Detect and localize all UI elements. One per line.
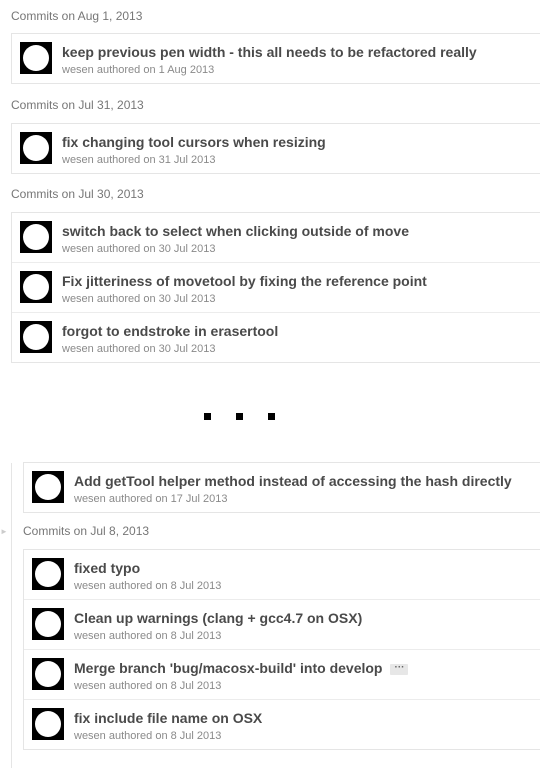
commit-group-jul-30: Commits on Jul 30, 2013: [11, 187, 144, 201]
commit-group-aug-1: Commits on Aug 1, 2013: [11, 9, 142, 23]
commit-title[interactable]: Add getTool helper method instead of acc…: [74, 473, 512, 489]
commit-list: fix changing tool cursors when resizing …: [11, 123, 540, 174]
commit-title[interactable]: Clean up warnings (clang + gcc4.7 on OSX…: [74, 610, 362, 626]
avatar-icon[interactable]: [20, 132, 52, 164]
commit-title[interactable]: fixed typo: [74, 560, 140, 576]
commit-list: Add getTool helper method instead of acc…: [23, 462, 540, 513]
commit-row[interactable]: Clean up warnings (clang + gcc4.7 on OSX…: [24, 599, 540, 649]
date-header: Commits on Jul 8, 2013: [23, 524, 149, 538]
commit-row[interactable]: forgot to endstroke in erasertool wesen …: [12, 312, 540, 362]
commit-title[interactable]: switch back to select when clicking outs…: [62, 223, 409, 239]
avatar-icon[interactable]: [20, 321, 52, 353]
commit-title[interactable]: Fix jitteriness of movetool by fixing th…: [62, 273, 427, 289]
commit-meta: wesen authored on 8 Jul 2013: [74, 580, 222, 592]
avatar-icon[interactable]: [32, 471, 64, 503]
commit-title-text[interactable]: Merge branch 'bug/macosx-build' into dev…: [74, 660, 382, 676]
avatar-icon[interactable]: [32, 708, 64, 740]
commit-meta: wesen authored on 1 Aug 2013: [62, 64, 215, 76]
avatar-icon[interactable]: [32, 608, 64, 640]
commit-row[interactable]: Fix jitteriness of movetool by fixing th…: [12, 262, 540, 312]
date-header: Commits on Jul 31, 2013: [11, 98, 144, 112]
commit-title[interactable]: keep previous pen width - this all needs…: [62, 44, 477, 60]
date-header-prefix: Commits: [23, 524, 71, 538]
timeline-arrow-icon: ►: [0, 527, 8, 536]
avatar-icon[interactable]: [32, 558, 64, 590]
commit-row[interactable]: Merge branch 'bug/macosx-build' into dev…: [24, 649, 540, 699]
commit-title[interactable]: fix include file name on OSX: [74, 710, 262, 726]
commit-meta: wesen authored on 30 Jul 2013: [62, 343, 216, 355]
commit-meta: wesen authored on 8 Jul 2013: [74, 630, 222, 642]
commit-title[interactable]: forgot to endstroke in erasertool: [62, 323, 278, 339]
commit-row[interactable]: fixed typo wesen authored on 8 Jul 2013: [24, 550, 540, 599]
commit-meta: wesen authored on 17 Jul 2013: [74, 493, 228, 505]
ellipsis-icon[interactable]: ···: [390, 662, 409, 675]
separator-dot: [268, 413, 275, 420]
commit-list: fixed typo wesen authored on 8 Jul 2013 …: [23, 549, 540, 750]
commit-meta: wesen authored on 30 Jul 2013: [62, 243, 216, 255]
commit-group-jul-8: Commits on Jul 8, 2013: [23, 524, 149, 538]
commit-row[interactable]: switch back to select when clicking outs…: [12, 213, 540, 262]
separator-dot: [204, 413, 211, 420]
commit-meta: wesen authored on 30 Jul 2013: [62, 293, 216, 305]
commit-list: switch back to select when clicking outs…: [11, 212, 540, 363]
avatar-icon[interactable]: [20, 221, 52, 253]
commit-meta: wesen authored on 31 Jul 2013: [62, 154, 216, 166]
avatar-icon[interactable]: [20, 271, 52, 303]
separator-dot: [236, 413, 243, 420]
commit-list: keep previous pen width - this all needs…: [11, 33, 540, 84]
commit-title[interactable]: Merge branch 'bug/macosx-build' into dev…: [74, 660, 409, 676]
date-header: Commits on Jul 30, 2013: [11, 187, 144, 201]
commit-meta: wesen authored on 8 Jul 2013: [74, 730, 222, 742]
timeline-line: [11, 463, 12, 768]
commit-row[interactable]: keep previous pen width - this all needs…: [12, 34, 540, 83]
commit-row[interactable]: Add getTool helper method instead of acc…: [24, 463, 540, 512]
date-header-suffix: on Jul 8, 2013: [70, 524, 150, 538]
avatar-icon[interactable]: [32, 658, 64, 690]
avatar-icon[interactable]: [20, 42, 52, 74]
date-header: Commits on Aug 1, 2013: [11, 9, 143, 23]
commit-row[interactable]: fix changing tool cursors when resizing …: [12, 124, 540, 173]
commit-row[interactable]: fix include file name on OSX wesen autho…: [24, 699, 540, 749]
commit-meta: wesen authored on 8 Jul 2013: [74, 680, 222, 692]
commit-group-jul-31: Commits on Jul 31, 2013: [11, 98, 144, 112]
commit-title[interactable]: fix changing tool cursors when resizing: [62, 134, 326, 150]
